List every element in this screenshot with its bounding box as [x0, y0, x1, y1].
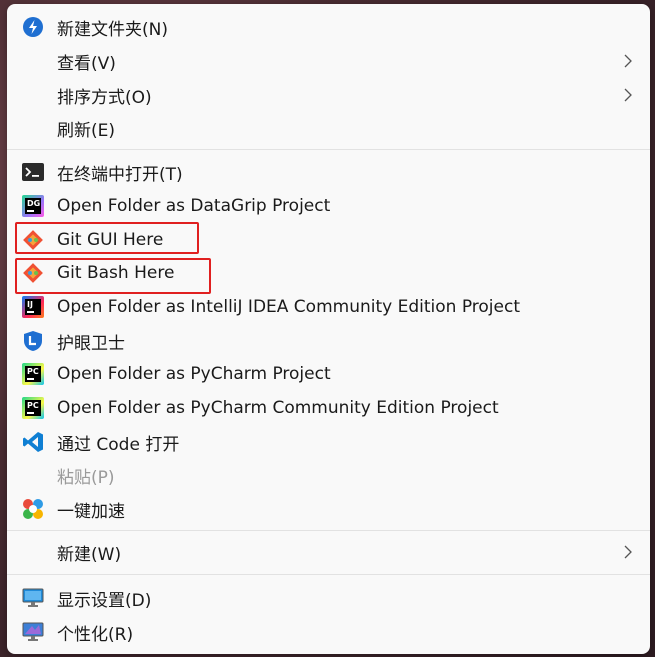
menu-item-label: 个性化(R): [57, 624, 134, 645]
menu-item-label: Git Bash Here: [57, 263, 175, 283]
menu-item-label: 排序方式(O): [57, 87, 152, 108]
chevron-right-icon: [624, 54, 632, 68]
menu-item-intellij[interactable]: IJ Open Folder as IntelliJ IDEA Communit…: [7, 292, 650, 322]
menu-item-label: 在终端中打开(T): [57, 164, 183, 185]
menu-item-label: Open Folder as PyCharm Community Edition…: [57, 398, 499, 418]
menu-item-label: 一键加速: [57, 501, 125, 522]
menu-separator: [7, 149, 650, 150]
menu-item-new[interactable]: 新建(W): [7, 537, 650, 567]
menu-item-open-terminal[interactable]: 在终端中打开(T): [7, 157, 650, 187]
new-folder-icon: [21, 15, 45, 39]
menu-item-git-bash[interactable]: Git Bash Here: [7, 258, 650, 288]
menu-separator: [7, 530, 650, 531]
monitor-icon: [21, 586, 45, 610]
menu-item-view[interactable]: 查看(V): [7, 46, 650, 76]
personalize-icon: [21, 620, 45, 644]
menu-item-label: Open Folder as PyCharm Project: [57, 364, 331, 384]
terminal-icon: [21, 160, 45, 184]
menu-item-pycharm-ce[interactable]: PC Open Folder as PyCharm Community Edit…: [7, 393, 650, 423]
menu-item-label: 刷新(E): [57, 120, 116, 141]
menu-item-label: 通过 Code 打开: [57, 434, 180, 455]
menu-item-label: Git GUI Here: [57, 230, 164, 250]
menu-separator: [7, 574, 650, 575]
menu-item-vscode[interactable]: 通过 Code 打开: [7, 427, 650, 457]
intellij-icon: IJ: [21, 295, 45, 319]
menu-item-label: 护眼卫士: [57, 333, 125, 354]
menu-item-eye-guard[interactable]: 护眼卫士: [7, 326, 650, 356]
pycharm-icon: PC: [21, 396, 45, 420]
git-icon: [21, 261, 45, 285]
menu-item-display-settings[interactable]: 显示设置(D): [7, 583, 650, 613]
menu-item-accelerate[interactable]: 一键加速: [7, 494, 650, 524]
eye-guard-icon: [21, 329, 45, 353]
menu-item-label: 新建(W): [57, 544, 122, 565]
context-menu: 新建文件夹(N) 查看(V) 排序方式(O) 刷新(E) 在终端中打开(T) D…: [7, 4, 650, 654]
accelerate-icon: [21, 497, 45, 521]
git-icon: [21, 228, 45, 252]
menu-item-label: Open Folder as IntelliJ IDEA Community E…: [57, 297, 520, 317]
menu-item-refresh[interactable]: 刷新(E): [7, 113, 650, 143]
menu-item-label: 显示设置(D): [57, 590, 152, 611]
menu-item-label: 新建文件夹(N): [57, 19, 168, 40]
menu-item-git-gui[interactable]: Git GUI Here: [7, 225, 650, 255]
pycharm-icon: PC: [21, 362, 45, 386]
chevron-right-icon: [624, 88, 632, 102]
menu-item-paste: 粘贴(P): [7, 460, 650, 490]
chevron-right-icon: [624, 545, 632, 559]
menu-item-label: 查看(V): [57, 53, 116, 74]
menu-item-sort[interactable]: 排序方式(O): [7, 80, 650, 110]
menu-item-new-folder[interactable]: 新建文件夹(N): [7, 12, 650, 42]
menu-item-pycharm[interactable]: PC Open Folder as PyCharm Project: [7, 359, 650, 389]
vscode-icon: [21, 430, 45, 454]
datagrip-icon: DG: [21, 194, 45, 218]
menu-item-label: Open Folder as DataGrip Project: [57, 196, 331, 216]
menu-item-personalize[interactable]: 个性化(R): [7, 617, 650, 647]
menu-item-datagrip[interactable]: DG Open Folder as DataGrip Project: [7, 191, 650, 221]
menu-item-label: 粘贴(P): [57, 467, 115, 488]
